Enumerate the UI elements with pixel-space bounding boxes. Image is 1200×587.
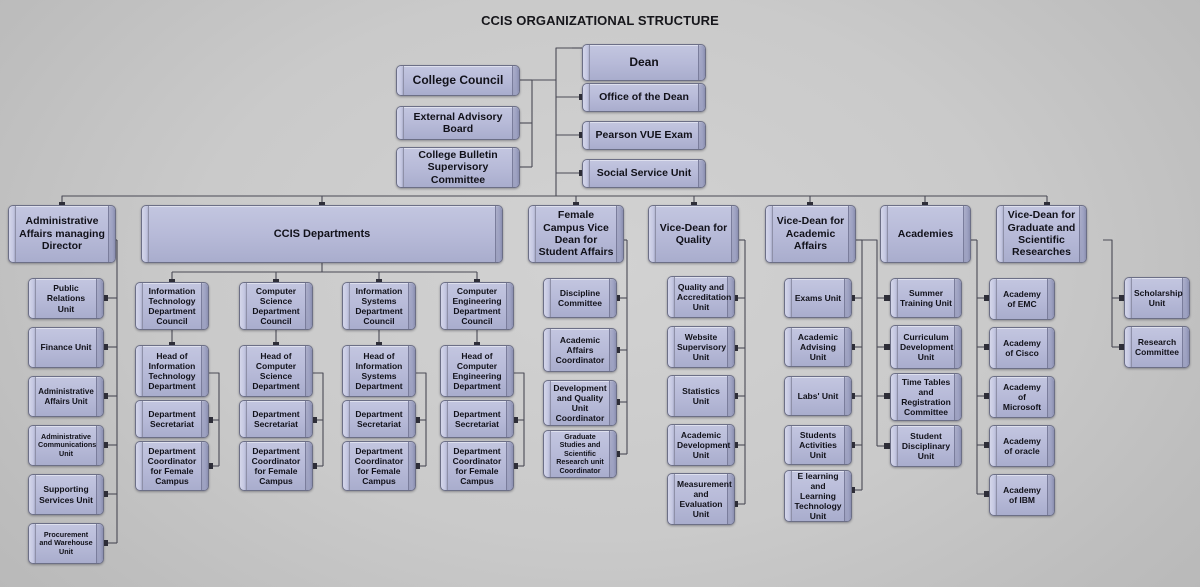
- node-department-0-head[interactable]: Head of Information Technology Departmen…: [135, 345, 209, 397]
- node-department-0-council[interactable]: Information Technology Department Counci…: [135, 282, 209, 330]
- node-department-1-coordinator[interactable]: Department Coordinator for Female Campus: [239, 441, 313, 491]
- node-female-campus-unit-0[interactable]: Discipline Committee: [543, 278, 617, 318]
- node-academy-unit-3[interactable]: Academy of oracle: [989, 425, 1055, 467]
- node-female-campus-unit-1[interactable]: Academic Affairs Coordinator: [543, 328, 617, 372]
- node-pearson-vue-exam[interactable]: Pearson VUE Exam: [582, 121, 706, 150]
- node-academic-unit-right-1[interactable]: Curriculum Development Unit: [890, 325, 962, 369]
- node-female-campus-unit-2[interactable]: Development and Quality Unit Coordinator: [543, 380, 617, 426]
- node-academic-unit-left-2[interactable]: Labs' Unit: [784, 376, 852, 416]
- node-department-3-coordinator[interactable]: Department Coordinator for Female Campus: [440, 441, 514, 491]
- node-department-2-council[interactable]: Information Systems Department Council: [342, 282, 416, 330]
- node-quality-unit-2[interactable]: Statistics Unit: [667, 375, 735, 417]
- node-admin-unit-3[interactable]: Administrative Communications Unit: [28, 425, 104, 466]
- node-department-3-council[interactable]: Computer Engineering Department Council: [440, 282, 514, 330]
- node-quality-unit-4[interactable]: Measurement and Evaluation Unit: [667, 473, 735, 525]
- node-quality-unit-3[interactable]: Academic Development Unit: [667, 424, 735, 466]
- node-department-2-head[interactable]: Head of Information Systems Department: [342, 345, 416, 397]
- node-department-1-council[interactable]: Computer Science Department Council: [239, 282, 313, 330]
- node-vice-dean-for-academic-affairs[interactable]: Vice-Dean for Academic Affairs: [765, 205, 856, 263]
- node-external-advisory-board[interactable]: External Advisory Board: [396, 106, 520, 140]
- node-dean[interactable]: Dean: [582, 44, 706, 81]
- node-department-1-head[interactable]: Head of Computer Science Department: [239, 345, 313, 397]
- node-academic-unit-left-1[interactable]: Academic Advising Unit: [784, 327, 852, 367]
- node-department-1-secretariat[interactable]: Department Secretariat: [239, 400, 313, 438]
- node-department-2-coordinator[interactable]: Department Coordinator for Female Campus: [342, 441, 416, 491]
- node-academy-unit-0[interactable]: Academy of EMC: [989, 278, 1055, 320]
- node-admin-unit-5[interactable]: Procurement and Warehouse Unit: [28, 523, 104, 564]
- node-admin-unit-0[interactable]: Public Relations Unit: [28, 278, 104, 319]
- node-administrative-affairs-managing-director[interactable]: Administrative Affairs managing Director: [8, 205, 116, 263]
- node-female-campus-vice-dean[interactable]: Female Campus Vice Dean for Student Affa…: [528, 205, 624, 263]
- node-academy-unit-2[interactable]: Academy of Microsoft: [989, 376, 1055, 418]
- node-department-0-coordinator[interactable]: Department Coordinator for Female Campus: [135, 441, 209, 491]
- node-college-council[interactable]: College Council: [396, 65, 520, 96]
- node-department-2-secretariat[interactable]: Department Secretariat: [342, 400, 416, 438]
- node-graduate-unit-0[interactable]: Scholarship Unit: [1124, 277, 1190, 319]
- node-college-bulletin-supervisory-committee[interactable]: College Bulletin Supervisory Committee: [396, 147, 520, 188]
- node-vice-dean-for-graduate-and-scientific-researches[interactable]: Vice-Dean for Graduate and Scientific Re…: [996, 205, 1087, 263]
- node-academies[interactable]: Academies: [880, 205, 971, 263]
- node-academy-unit-1[interactable]: Academy of Cisco: [989, 327, 1055, 369]
- node-academic-unit-right-0[interactable]: Summer Training Unit: [890, 278, 962, 318]
- node-admin-unit-2[interactable]: Administrative Affairs Unit: [28, 376, 104, 417]
- node-department-0-secretariat[interactable]: Department Secretariat: [135, 400, 209, 438]
- node-ccis-departments[interactable]: CCIS Departments: [141, 205, 503, 263]
- node-academic-unit-left-0[interactable]: Exams Unit: [784, 278, 852, 318]
- node-academic-unit-right-3[interactable]: Student Disciplinary Unit: [890, 425, 962, 467]
- node-admin-unit-1[interactable]: Finance Unit: [28, 327, 104, 368]
- node-academy-unit-4[interactable]: Academy of IBM: [989, 474, 1055, 516]
- node-admin-unit-4[interactable]: Supporting Services Unit: [28, 474, 104, 515]
- node-graduate-unit-1[interactable]: Research Committee: [1124, 326, 1190, 368]
- node-department-3-head[interactable]: Head of Computer Engineering Department: [440, 345, 514, 397]
- node-academic-unit-left-4[interactable]: E learning and Learning Technology Unit: [784, 470, 852, 522]
- org-chart-canvas: CCIS ORGANIZATIONAL STRUCTURE Dean Offic…: [0, 0, 1200, 587]
- node-academic-unit-left-3[interactable]: Students Activities Unit: [784, 425, 852, 465]
- node-academic-unit-right-2[interactable]: Time Tables and Registration Committee: [890, 373, 962, 421]
- node-vice-dean-for-quality[interactable]: Vice-Dean for Quality: [648, 205, 739, 263]
- node-female-campus-unit-3[interactable]: Graduate Studies and Scientific Research…: [543, 430, 617, 478]
- node-department-3-secretariat[interactable]: Department Secretariat: [440, 400, 514, 438]
- node-quality-unit-1[interactable]: Website Supervisory Unit: [667, 326, 735, 368]
- node-quality-unit-0[interactable]: Quality and Accreditation Unit: [667, 276, 735, 318]
- node-office-of-the-dean[interactable]: Office of the Dean: [582, 83, 706, 112]
- node-social-service-unit[interactable]: Social Service Unit: [582, 159, 706, 188]
